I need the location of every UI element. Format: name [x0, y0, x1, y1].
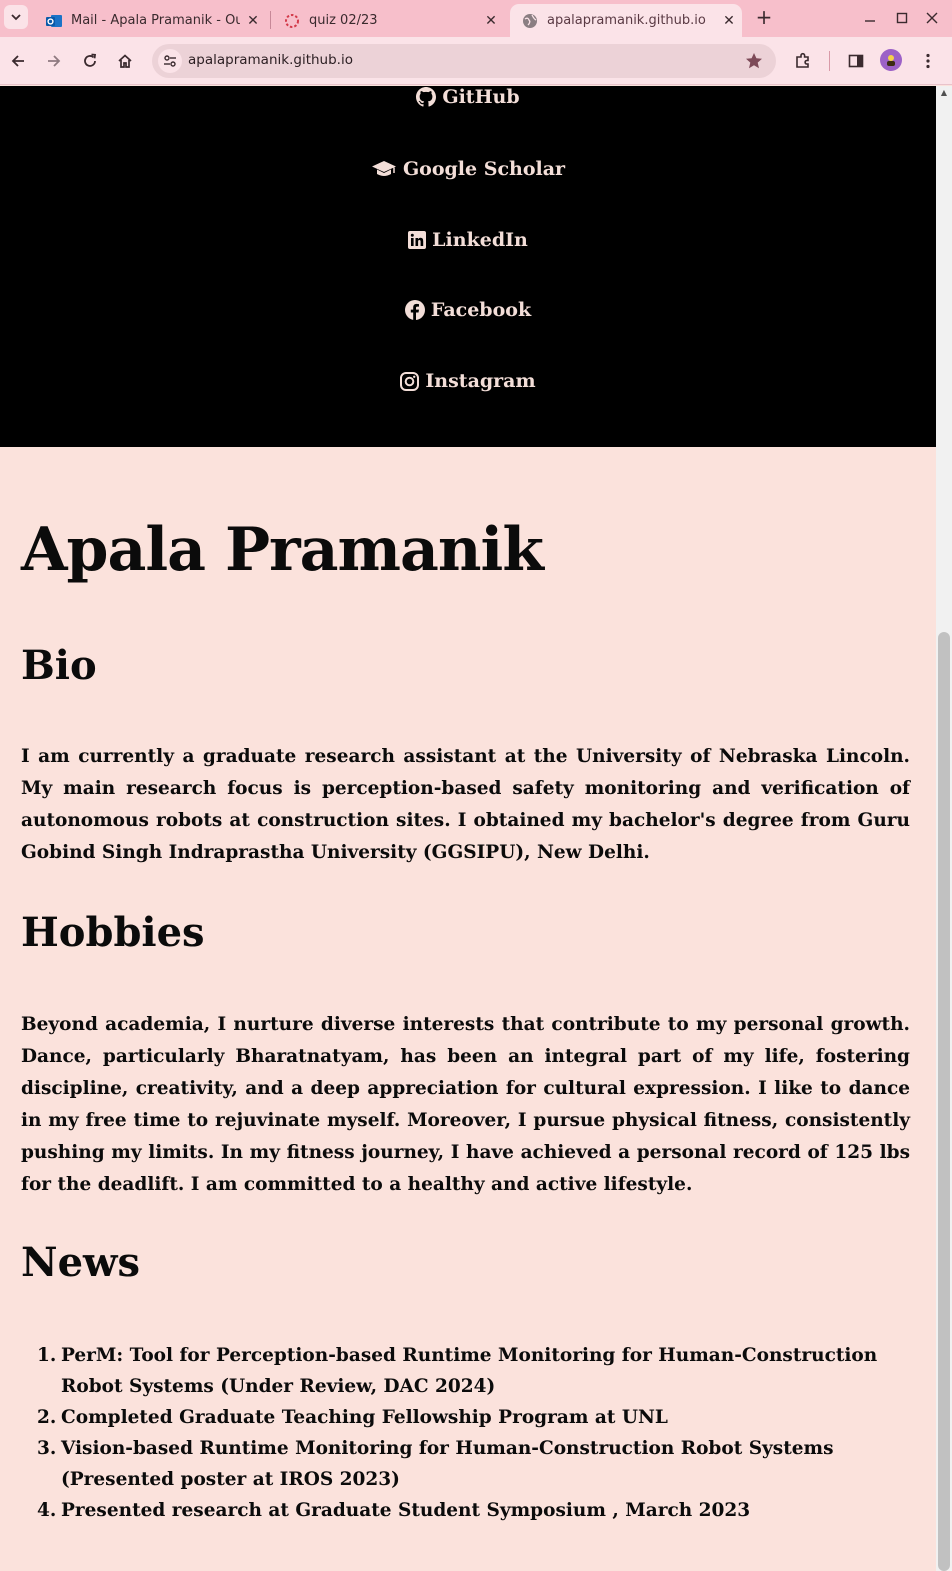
minimize-button[interactable]	[854, 6, 886, 30]
tab-divider	[270, 11, 271, 29]
tab-search-button[interactable]	[4, 5, 28, 29]
google-scholar-label: Google Scholar	[402, 158, 566, 180]
address-bar[interactable]: apalapramanik.github.io	[152, 44, 776, 78]
facebook-icon	[404, 300, 425, 320]
linkedin-label: LinkedIn	[432, 229, 528, 251]
graduation-cap-icon	[371, 161, 396, 176]
back-button[interactable]	[4, 47, 32, 75]
news-heading: News	[21, 1239, 140, 1286]
bio-text: I am currently a graduate research assis…	[21, 746, 910, 863]
linkedin-icon	[408, 231, 427, 249]
news-item-text: PerM: Tool for Perception-based Runtime …	[61, 1345, 878, 1397]
news-item-number: 1.	[37, 1345, 57, 1366]
tab-github-io[interactable]: apalapramanik.github.io ✕	[510, 4, 742, 37]
hobbies-heading: Hobbies	[21, 909, 205, 956]
kebab-menu-icon	[926, 53, 930, 69]
bookmark-star-icon[interactable]	[744, 51, 764, 71]
instagram-label: Instagram	[425, 370, 536, 392]
tune-icon	[164, 55, 176, 67]
maximize-icon	[896, 12, 908, 24]
arrow-left-icon	[11, 55, 24, 67]
news-item-number: 4.	[37, 1500, 57, 1521]
web-page: GitHub Google Scholar LinkedIn Facebook …	[0, 86, 936, 1571]
loading-spinner-icon	[285, 13, 299, 28]
arrow-right-icon	[48, 55, 61, 67]
chevron-down-icon	[11, 14, 21, 21]
outlook-icon	[46, 14, 62, 27]
minimize-icon	[865, 20, 875, 22]
tab-title: Mail - Apala Pramanik - Ou	[71, 13, 240, 28]
extensions-button[interactable]	[789, 47, 817, 75]
hobbies-text: Beyond academia, I nurture diverse inter…	[21, 1014, 910, 1195]
news-item-text: Completed Graduate Teaching Fellowship P…	[61, 1407, 668, 1428]
browser-menu-button[interactable]	[914, 47, 942, 75]
facebook-label: Facebook	[430, 299, 532, 321]
news-item: 3. Vision-based Runtime Monitoring for Hu…	[21, 1433, 910, 1495]
news-list: 1. PerM: Tool for Perception-based Runtim…	[21, 1340, 910, 1526]
news-item-text: Vision-based Runtime Monitoring for Huma…	[61, 1438, 834, 1490]
window-close-button[interactable]	[916, 6, 948, 30]
linkedin-link[interactable]: LinkedIn	[0, 229, 936, 251]
puzzle-icon	[796, 52, 809, 68]
tab-title: quiz 02/23	[309, 13, 378, 28]
scroll-up-arrow[interactable]: ▲	[938, 87, 950, 99]
news-item-number: 3.	[37, 1438, 57, 1459]
github-label: GitHub	[442, 86, 520, 108]
tab-mail[interactable]: Mail - Apala Pramanik - Ou ✕	[34, 4, 266, 37]
news-item: 2. Completed Graduate Teaching Fellowship…	[21, 1402, 910, 1433]
bio-heading: Bio	[21, 642, 97, 689]
address-text[interactable]: apalapramanik.github.io	[188, 52, 353, 68]
toolbar-divider	[829, 51, 830, 71]
github-link[interactable]: GitHub	[0, 86, 936, 108]
tab-quiz[interactable]: quiz 02/23 ✕	[272, 4, 504, 37]
browser-toolbar: apalapramanik.github.io	[0, 37, 952, 85]
side-panel-icon	[848, 54, 864, 68]
forward-button[interactable]	[40, 47, 68, 75]
scrollbar-thumb[interactable]	[938, 632, 950, 1571]
incognito-face-icon	[887, 55, 895, 66]
google-scholar-link[interactable]: Google Scholar	[0, 158, 936, 180]
browser-tabstrip: Mail - Apala Pramanik - Ou ✕ quiz 02/23 …	[0, 0, 952, 37]
close-icon[interactable]: ✕	[478, 13, 504, 29]
instagram-link[interactable]: Instagram	[0, 370, 936, 392]
tab-title: apalapramanik.github.io	[547, 13, 706, 28]
close-icon[interactable]: ✕	[240, 13, 266, 29]
home-icon	[118, 54, 132, 68]
new-tab-button[interactable]: +	[752, 6, 776, 30]
side-panel-button[interactable]	[842, 47, 870, 75]
social-links-section: GitHub Google Scholar LinkedIn Facebook …	[0, 86, 936, 447]
news-item-text: Presented research at Graduate Student S…	[61, 1500, 751, 1521]
globe-icon	[523, 13, 537, 28]
profile-avatar[interactable]	[880, 49, 902, 71]
maximize-button[interactable]	[886, 6, 918, 30]
page-title: Apala Pramanik	[21, 515, 544, 585]
close-icon	[926, 12, 938, 24]
news-item: 1. PerM: Tool for Perception-based Runtim…	[21, 1340, 910, 1402]
instagram-icon	[400, 371, 420, 391]
close-icon[interactable]: ✕	[716, 13, 742, 29]
news-item-number: 2.	[37, 1407, 57, 1428]
facebook-link[interactable]: Facebook	[0, 299, 936, 321]
news-item: 4. Presented research at Graduate Student…	[21, 1495, 910, 1526]
reload-icon	[84, 53, 96, 67]
reload-button[interactable]	[76, 47, 104, 75]
site-info-button[interactable]	[158, 49, 182, 73]
home-button[interactable]	[111, 47, 139, 75]
github-icon	[416, 87, 437, 107]
